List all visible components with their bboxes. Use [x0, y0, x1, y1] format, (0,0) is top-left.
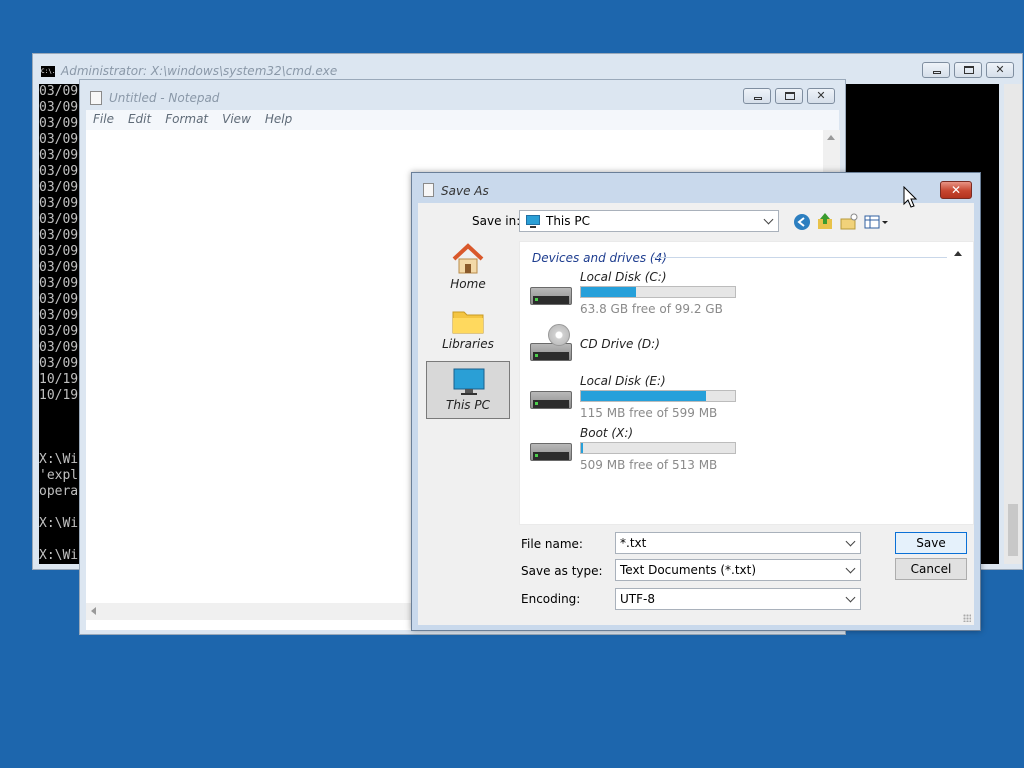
- hard-drive-icon: [530, 287, 572, 305]
- drive-e[interactable]: Local Disk (E:) 115 MB free of 599 MB: [528, 374, 948, 422]
- menu-view[interactable]: View: [215, 110, 258, 130]
- scroll-up-icon[interactable]: [827, 135, 835, 140]
- drive-usage-bar: [580, 286, 736, 298]
- notepad-icon: [90, 91, 102, 105]
- group-header[interactable]: Devices and drives (4): [532, 251, 667, 265]
- drive-name: CD Drive (D:): [580, 337, 660, 351]
- drive-usage-bar: [580, 390, 736, 402]
- drive-free-space: 509 MB free of 513 MB: [580, 458, 718, 472]
- drive-name: Boot (X:): [580, 426, 634, 440]
- drive-free-space: 115 MB free of 599 MB: [580, 406, 718, 420]
- dialog-title: Save As: [441, 184, 489, 198]
- menu-bar: File Edit Format View Help: [86, 110, 839, 130]
- file-name-label: File name:: [521, 537, 583, 551]
- cmd-scroll-thumb[interactable]: [1008, 504, 1018, 556]
- menu-help[interactable]: Help: [258, 110, 299, 130]
- home-icon: [452, 243, 484, 274]
- drive-d[interactable]: CD Drive (D:): [528, 324, 948, 374]
- chevron-down-icon[interactable]: [845, 536, 856, 547]
- maximize-button[interactable]: [775, 88, 803, 104]
- dialog-close-button[interactable]: ✕: [940, 181, 972, 199]
- place-home-label: Home: [450, 277, 486, 291]
- place-libraries[interactable]: Libraries: [426, 301, 510, 357]
- drive-usage-fill: [581, 391, 706, 401]
- menu-file[interactable]: File: [86, 110, 121, 130]
- save-as-type-value: Text Documents (*.txt): [620, 563, 757, 577]
- chevron-down-icon: [845, 563, 856, 574]
- notepad-caption-buttons: ✕: [743, 88, 835, 104]
- drive-name: Local Disk (E:): [580, 374, 666, 388]
- dialog-body: Save in: This PC Home Libraries This PC …: [418, 203, 974, 625]
- up-folder-icon[interactable]: [816, 212, 834, 230]
- cmd-caption-buttons: ✕: [922, 62, 1014, 78]
- drive-usage-fill: [581, 443, 583, 453]
- place-home[interactable]: Home: [426, 241, 510, 297]
- libraries-folder-icon: [452, 311, 484, 334]
- save-in-label: Save in:: [472, 214, 521, 228]
- this-pc-icon: [526, 215, 540, 228]
- chevron-down-icon: [845, 592, 856, 603]
- cmd-scrollbar[interactable]: [1004, 84, 1022, 564]
- cd-drive-icon: [530, 343, 572, 361]
- encoding-label: Encoding:: [521, 592, 581, 606]
- collapse-group-icon[interactable]: [954, 251, 962, 256]
- close-icon: ✕: [816, 89, 826, 102]
- minimize-button[interactable]: [922, 62, 950, 78]
- save-in-dropdown[interactable]: This PC: [519, 210, 779, 232]
- new-folder-icon[interactable]: [840, 213, 858, 231]
- place-this-pc-label: This PC: [446, 398, 490, 412]
- group-divider: [652, 257, 947, 258]
- close-button[interactable]: ✕: [807, 88, 835, 104]
- minimize-button[interactable]: [743, 88, 771, 104]
- monitor-icon: [453, 368, 485, 395]
- cancel-button[interactable]: Cancel: [895, 558, 967, 580]
- notepad-title: Untitled - Notepad: [109, 91, 220, 105]
- drive-c[interactable]: Local Disk (C:) 63.8 GB free of 99.2 GB: [528, 270, 948, 318]
- save-as-type-dropdown[interactable]: Text Documents (*.txt): [615, 559, 861, 581]
- file-name-value: *.txt: [620, 536, 647, 550]
- drive-usage-bar: [580, 442, 736, 454]
- places-sidebar: Home Libraries This PC: [426, 241, 512, 613]
- drive-x[interactable]: Boot (X:) 509 MB free of 513 MB: [528, 426, 948, 474]
- file-name-input[interactable]: *.txt: [615, 532, 861, 554]
- chevron-down-icon: [763, 214, 774, 225]
- menu-edit[interactable]: Edit: [121, 110, 158, 130]
- save-button[interactable]: Save: [895, 532, 967, 554]
- close-button[interactable]: ✕: [986, 62, 1014, 78]
- console-icon: C:\.: [41, 66, 56, 77]
- drive-usage-fill: [581, 287, 637, 297]
- back-icon[interactable]: [793, 213, 811, 231]
- drive-name: Local Disk (C:): [580, 270, 667, 284]
- resize-grip-icon[interactable]: [963, 614, 971, 622]
- hard-drive-icon: [530, 443, 572, 461]
- view-menu-icon[interactable]: [864, 213, 890, 231]
- save-in-value: This PC: [546, 214, 590, 228]
- cmd-title: Administrator: X:\windows\system32\cmd.e…: [61, 64, 338, 78]
- file-list[interactable]: Devices and drives (4) Local Disk (C:) 6…: [519, 241, 974, 525]
- mouse-cursor-icon: [903, 186, 918, 208]
- close-icon: ✕: [995, 63, 1005, 76]
- cd-disc-icon: [548, 324, 570, 346]
- save-as-type-label: Save as type:: [521, 564, 603, 578]
- place-libraries-label: Libraries: [442, 337, 494, 351]
- hard-drive-icon: [530, 391, 572, 409]
- maximize-button[interactable]: [954, 62, 982, 78]
- save-as-dialog[interactable]: Save As ✕ Save in: This PC Home Librarie…: [411, 172, 981, 631]
- scroll-left-icon[interactable]: [91, 607, 96, 615]
- encoding-dropdown[interactable]: UTF-8: [615, 588, 861, 610]
- place-this-pc[interactable]: This PC: [426, 361, 510, 419]
- menu-format[interactable]: Format: [158, 110, 215, 130]
- document-icon: [423, 183, 434, 197]
- encoding-value: UTF-8: [620, 592, 655, 606]
- drive-free-space: 63.8 GB free of 99.2 GB: [580, 302, 723, 316]
